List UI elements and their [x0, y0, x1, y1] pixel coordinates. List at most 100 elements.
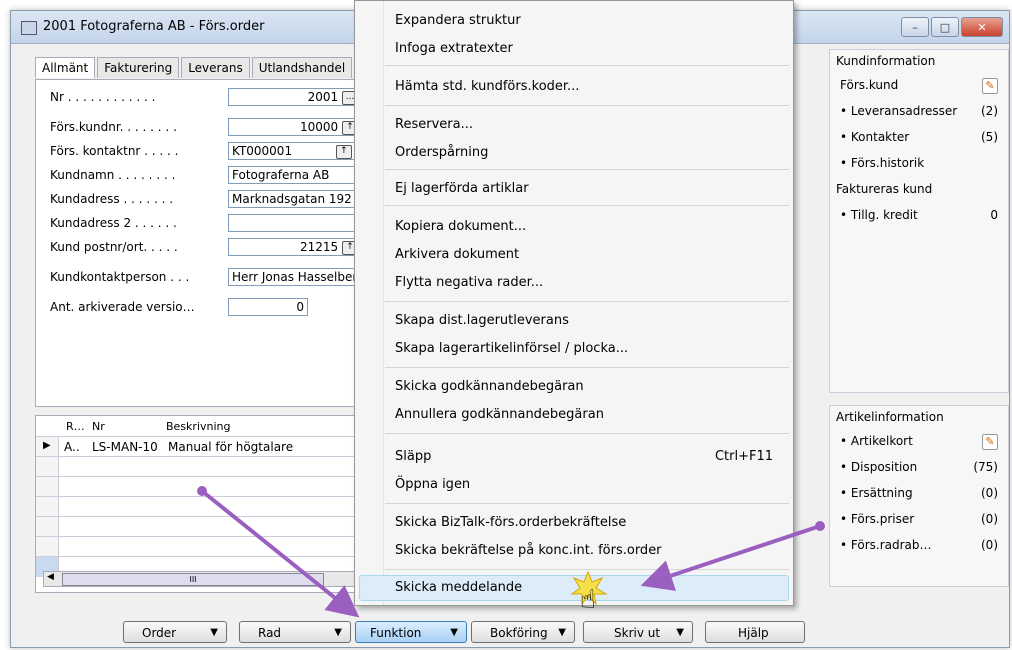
- function-menu-button[interactable]: Funktion ▼: [355, 621, 467, 643]
- menu-item-insert-ext-texts[interactable]: Infoga extratexter: [395, 41, 513, 56]
- help-button[interactable]: Hjälp: [705, 621, 805, 643]
- row-selector[interactable]: [36, 477, 59, 497]
- menu-item-send-ic-confirmation[interactable]: Skicka bekräftelse på konc.int. förs.ord…: [395, 543, 662, 558]
- factbox-item-label[interactable]: • Leveransadresser: [840, 104, 957, 118]
- factbox-item-label[interactable]: • Disposition: [840, 460, 917, 474]
- row-selector[interactable]: [36, 537, 59, 557]
- menu-item-move-negative-lines[interactable]: Flytta negativa rader...: [395, 275, 543, 290]
- menu-item-create-inventory-pick[interactable]: Skapa lagerartikelinförsel / plocka...: [395, 341, 628, 356]
- row-selector[interactable]: [36, 517, 59, 537]
- menu-item-order-tracking[interactable]: Orderspårning: [395, 145, 488, 160]
- cell-description[interactable]: Manual för högtalare: [168, 440, 293, 454]
- factbox-count: (0): [981, 512, 998, 526]
- nr-input[interactable]: 2001 ...: [228, 88, 362, 106]
- menu-item-nonstock-items[interactable]: Ej lagerförda artiklar: [395, 181, 529, 196]
- window-controls: – □ ✕: [901, 17, 1003, 37]
- table-row[interactable]: ▶ A.. LS-MAN-10 Manual för högtalare: [36, 436, 374, 457]
- factbox-item-label[interactable]: • Kontakter: [840, 130, 909, 144]
- menu-item-reopen[interactable]: Öppna igen: [395, 477, 470, 492]
- order-menu-button[interactable]: Order ▼: [123, 621, 227, 643]
- scroll-thumb[interactable]: III: [62, 573, 324, 586]
- menu-separator: [385, 301, 789, 302]
- lookup-arrow-icon[interactable]: ↑: [335, 144, 352, 159]
- print-menu-button[interactable]: Skriv ut ▼: [583, 621, 693, 643]
- edit-pencil-icon[interactable]: ✎: [982, 434, 998, 450]
- hand-cursor-icon: ☝: [580, 585, 596, 615]
- cell-type[interactable]: A..: [64, 440, 80, 454]
- tab-leverans[interactable]: Leverans: [181, 57, 250, 78]
- factbox-item-label[interactable]: • Förs.priser: [840, 512, 914, 526]
- row-selector[interactable]: ▶: [36, 437, 59, 457]
- dropdown-arrow-icon: ▼: [334, 627, 342, 638]
- tab-allmant[interactable]: Allmänt: [35, 57, 96, 78]
- scroll-left-icon[interactable]: ◀: [47, 572, 54, 582]
- archived-versions-value: 0: [228, 298, 308, 316]
- field-label: Förs. kontaktnr . . . . .: [50, 144, 179, 158]
- menu-item-send-message[interactable]: Skicka meddelande: [395, 580, 522, 595]
- menu-separator: [385, 569, 789, 570]
- column-header-type[interactable]: R…: [66, 420, 85, 433]
- factbox-item[interactable]: • Förs.priser (0): [830, 506, 1008, 532]
- factbox-item[interactable]: • Förs.historik: [830, 150, 1008, 176]
- table-row[interactable]: [36, 456, 374, 477]
- field-customer-no: Förs.kundnr. . . . . . . . 10000 ↑: [50, 118, 370, 136]
- customer-no-input[interactable]: 10000 ↑: [228, 118, 362, 136]
- factbox-item[interactable]: • Förs.radrab… (0): [830, 532, 1008, 558]
- factbox-item-label[interactable]: • Ersättning: [840, 486, 913, 500]
- field-label: Kundadress . . . . . . .: [50, 192, 174, 206]
- table-row[interactable]: [36, 536, 374, 557]
- menu-item-send-approval-request[interactable]: Skicka godkännandebegäran: [395, 379, 584, 394]
- factbox-item[interactable]: • Artikelkort ✎: [830, 428, 1008, 454]
- column-header-no[interactable]: Nr: [92, 420, 105, 433]
- release-shortcut: Ctrl+F11: [714, 449, 773, 464]
- menu-item-send-biztalk-confirmation[interactable]: Skicka BizTalk-förs.orderbekräftelse: [395, 515, 626, 530]
- menu-separator: [385, 367, 789, 368]
- factbox-item[interactable]: Förs.kund ✎: [830, 72, 1008, 98]
- contact-no-input[interactable]: KT000001 ↑: [228, 142, 362, 160]
- close-button[interactable]: ✕: [961, 17, 1003, 37]
- edit-pencil-icon[interactable]: ✎: [982, 78, 998, 94]
- menu-separator: [385, 433, 789, 434]
- factbox-count: (75): [973, 460, 998, 474]
- postcode-input[interactable]: 21215 ↑: [228, 238, 362, 256]
- grid-header: R… Nr Beskrivning: [36, 416, 374, 436]
- table-row[interactable]: [36, 516, 374, 537]
- factbox-item[interactable]: • Leveransadresser (2): [830, 98, 1008, 124]
- maximize-button[interactable]: □: [931, 17, 959, 37]
- factbox-item-label[interactable]: • Förs.historik: [840, 156, 924, 170]
- row-selector[interactable]: [36, 497, 59, 517]
- factbox-item[interactable]: • Kontakter (5): [830, 124, 1008, 150]
- menu-item-reserve[interactable]: Reservera...: [395, 117, 473, 132]
- button-label: Skriv ut: [614, 626, 661, 640]
- factbox-item-label[interactable]: • Artikelkort: [840, 434, 913, 448]
- general-panel: Nr . . . . . . . . . . . . 2001 ... Förs…: [35, 79, 386, 407]
- line-menu-button[interactable]: Rad ▼: [239, 621, 351, 643]
- menu-item-copy-document[interactable]: Kopiera dokument...: [395, 219, 526, 234]
- tab-utlandshandel[interactable]: Utlandshandel: [251, 57, 353, 78]
- factbox-item[interactable]: • Ersättning (0): [830, 480, 1008, 506]
- menu-separator: [385, 205, 789, 206]
- row-selector[interactable]: [36, 457, 59, 477]
- factbox-count: 0: [990, 208, 998, 222]
- horizontal-scrollbar[interactable]: ◀ III: [43, 571, 365, 587]
- menu-item-cancel-approval-request[interactable]: Annullera godkännandebegäran: [395, 407, 604, 422]
- table-row[interactable]: [36, 476, 374, 497]
- cell-no[interactable]: LS-MAN-10: [92, 440, 158, 454]
- menu-item-archive-document[interactable]: Arkivera dokument: [395, 247, 519, 262]
- column-header-description[interactable]: Beskrivning: [166, 420, 231, 433]
- item-factbox: Artikelinformation • Artikelkort ✎ • Disp…: [829, 405, 1009, 587]
- factbox-item[interactable]: • Tillg. kredit 0: [830, 202, 1008, 228]
- menu-item-create-whse-shipment[interactable]: Skapa dist.lagerutleverans: [395, 313, 569, 328]
- factbox-item-label[interactable]: • Tillg. kredit: [840, 208, 918, 222]
- menu-item-expand-structure[interactable]: Expandera struktur: [395, 13, 521, 28]
- factbox-item-label[interactable]: • Förs.radrab…: [840, 538, 932, 552]
- menu-separator: [385, 65, 789, 66]
- tab-fakturering[interactable]: Fakturering: [97, 57, 180, 78]
- menu-item-get-std-codes[interactable]: Hämta std. kundförs.koder...: [395, 79, 579, 94]
- field-label: Nr . . . . . . . . . . . .: [50, 90, 156, 104]
- factbox-item[interactable]: • Disposition (75): [830, 454, 1008, 480]
- menu-item-release[interactable]: Släpp: [395, 449, 431, 464]
- posting-menu-button[interactable]: Bokföring ▼: [471, 621, 575, 643]
- table-row[interactable]: [36, 496, 374, 517]
- minimize-button[interactable]: –: [901, 17, 929, 37]
